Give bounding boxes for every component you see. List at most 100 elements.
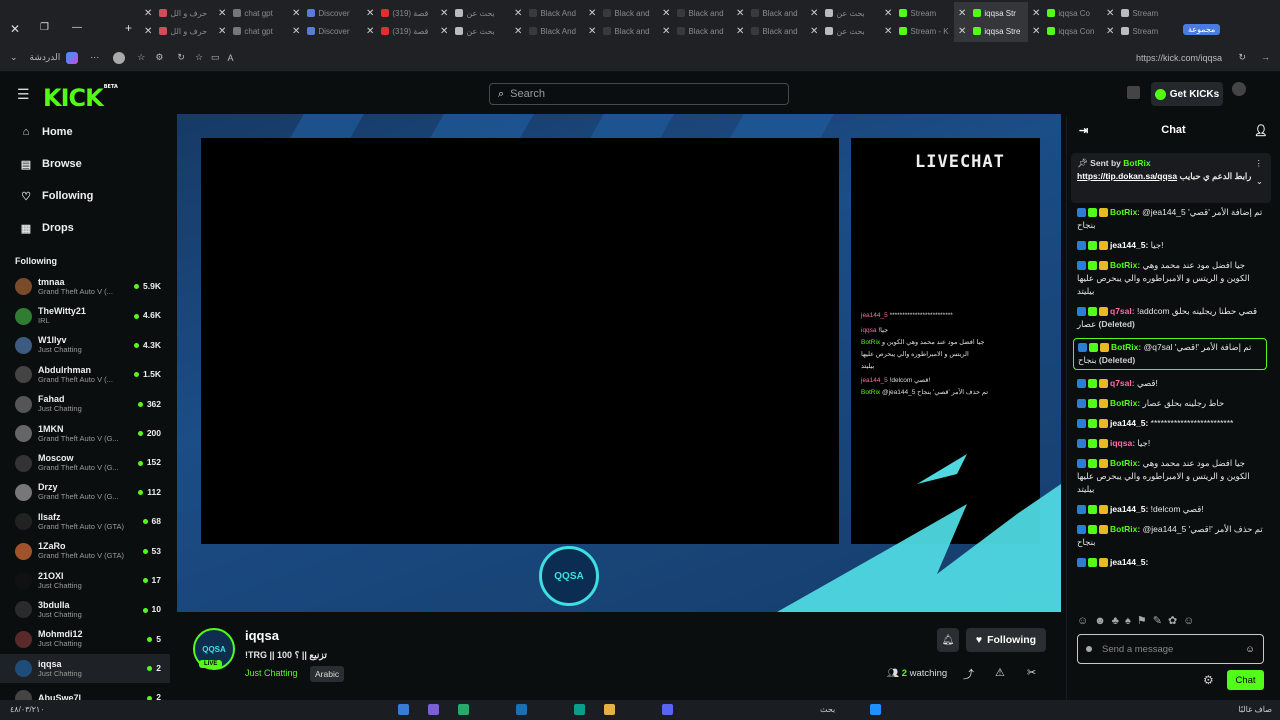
close-tab-icon[interactable]: ✕ xyxy=(218,8,226,19)
chat-username[interactable]: BotRix: xyxy=(1111,342,1141,352)
report-icon[interactable]: ⚠ xyxy=(995,666,1005,679)
chat-send-button[interactable]: Chat xyxy=(1227,670,1264,690)
tab-group-label[interactable]: مجموعة xyxy=(1183,24,1221,35)
chat-username[interactable]: q7sal: xyxy=(1110,378,1135,388)
chat-message[interactable]: q7sal: قصي! xyxy=(1077,377,1267,390)
taskbar-clock[interactable]: ٤٨/٠٣/٢١٠ xyxy=(10,705,45,714)
clip-icon[interactable]: ✂ xyxy=(1027,666,1036,679)
close-tab-icon[interactable]: ✕ xyxy=(440,26,448,37)
close-tab-icon[interactable]: ✕ xyxy=(144,26,152,37)
pinned-message[interactable]: 📌︎ Sent by BotRix https://tip.dokan.sa/q… xyxy=(1071,153,1271,203)
following-channel[interactable]: Abdulrhman Grand Theft Auto V (... 1.5K xyxy=(0,360,170,389)
chat-username[interactable]: jea144_5: xyxy=(1110,504,1148,514)
close-tab-icon[interactable]: ✕ xyxy=(958,8,966,19)
favorites-icon[interactable]: ☆ xyxy=(137,52,145,63)
refresh-icon[interactable]: ↻ xyxy=(177,52,185,63)
following-channel[interactable]: Drzy Grand Theft Auto V (G... 112 xyxy=(0,478,170,507)
forward-icon[interactable]: → xyxy=(1261,52,1270,62)
taskbar-weather[interactable]: صاف غالبًا xyxy=(1238,705,1272,714)
chat-username[interactable]: BotRix: xyxy=(1110,524,1140,534)
browser-tab[interactable]: ✕ Black And xyxy=(510,20,584,42)
pinned-expand-icon[interactable]: ⌄ xyxy=(1256,175,1263,188)
chat-message[interactable]: jea144_5: ************************* xyxy=(1077,417,1267,430)
close-tab-icon[interactable]: ✕ xyxy=(366,26,374,37)
emoji-icon[interactable]: ☺ xyxy=(1245,644,1255,655)
following-channel[interactable]: Mohmdi12 Just Chatting 5 xyxy=(0,625,170,654)
taskbar-app-icon[interactable] xyxy=(428,704,439,715)
collections-icon[interactable]: ▭ xyxy=(211,52,220,63)
following-channel[interactable]: Ilsafz Grand Theft Auto V (GTA) 68 xyxy=(0,507,170,536)
minimize-icon[interactable]: — xyxy=(72,22,82,33)
close-tab-icon[interactable]: ✕ xyxy=(736,8,744,19)
chat-message[interactable]: jea144_5: !delcom قصي! xyxy=(1077,503,1267,516)
sidebar-toggle-icon[interactable] xyxy=(1127,86,1140,99)
copilot-icon[interactable] xyxy=(66,51,79,64)
close-tab-icon[interactable]: ✕ xyxy=(1106,8,1114,19)
chat-message[interactable]: BotRix: @jea144_5 تم حذف الأمر '!قصي' بن… xyxy=(1077,523,1267,549)
chat-username[interactable]: iqqsa: xyxy=(1110,438,1135,448)
sidebar-item-drops[interactable]: ▦ Drops xyxy=(0,212,170,244)
browser-tab[interactable]: ✕ Stream xyxy=(1102,20,1176,42)
close-tab-icon[interactable]: ✕ xyxy=(366,8,374,19)
close-tab-icon[interactable]: ✕ xyxy=(1106,26,1114,37)
emote-bar[interactable]: ☺☻♣♠⚑✎✿☺ xyxy=(1077,614,1200,627)
video-player[interactable]: LIVECHAT jea144_5 **********************… xyxy=(177,114,1061,612)
menu-chevron-icon[interactable]: ⌄ xyxy=(10,52,18,63)
close-tab-icon[interactable]: ✕ xyxy=(514,8,522,19)
search-input[interactable]: ⌕ Search xyxy=(489,83,789,105)
chat-message[interactable]: q7sal: !addcom قصي حطنا ريجلينه بحلق عصا… xyxy=(1077,305,1267,331)
profile-label[interactable]: الدردشة xyxy=(30,52,61,63)
browser-tab[interactable]: ✕ بحث عن xyxy=(806,20,880,42)
sidebar-item-home[interactable]: ⌂ Home xyxy=(0,116,170,148)
stream-category[interactable]: Just Chatting xyxy=(245,668,298,678)
browser-tab[interactable]: ✕ بحث عن xyxy=(436,20,510,42)
close-tab-icon[interactable]: ✕ xyxy=(1032,26,1040,37)
get-kicks-button[interactable]: Get KICKs xyxy=(1151,82,1223,106)
close-window-icon[interactable]: ✕ xyxy=(10,22,20,36)
browser-tab[interactable]: ✕ iqqsa Stre xyxy=(954,20,1028,42)
chat-users-icon[interactable]: 👤︎ xyxy=(1254,124,1268,137)
chat-message[interactable]: iqqsa: جيا! xyxy=(1077,437,1267,450)
notification-bell-button[interactable]: 🔔︎ xyxy=(937,628,959,652)
chat-input[interactable]: Send a message ☺ xyxy=(1077,634,1264,664)
chat-username[interactable]: BotRix: xyxy=(1110,398,1140,408)
star-icon[interactable]: ☆ xyxy=(195,52,203,63)
browser-tab[interactable]: ✕ حرف و الل xyxy=(140,20,214,42)
close-tab-icon[interactable]: ✕ xyxy=(884,8,892,19)
following-channel[interactable]: 1MKN Grand Theft Auto V (G... 200 xyxy=(0,419,170,448)
avatar[interactable] xyxy=(113,51,126,64)
read-aloud-icon[interactable]: A xyxy=(228,53,234,63)
taskbar-app-icon[interactable] xyxy=(574,704,585,715)
hamburger-menu-icon[interactable]: ☰ xyxy=(17,86,30,103)
share-icon[interactable]: ⤴ xyxy=(963,666,974,682)
restore-icon[interactable]: ❐ xyxy=(40,22,49,33)
browser-tab[interactable]: ✕ iqqsa Con xyxy=(1028,20,1102,42)
close-tab-icon[interactable]: ✕ xyxy=(218,26,226,37)
channel-name[interactable]: iqqsa xyxy=(245,628,279,643)
close-tab-icon[interactable]: ✕ xyxy=(662,8,670,19)
chat-username[interactable]: jea144_5: xyxy=(1110,240,1148,250)
chat-message[interactable]: jea144_5: xyxy=(1077,556,1267,569)
chat-settings-icon[interactable]: ⚙ xyxy=(1203,673,1214,687)
extensions-icon[interactable]: ⚙ xyxy=(155,52,163,63)
taskbar-app-icon[interactable] xyxy=(870,704,881,715)
close-tab-icon[interactable]: ✕ xyxy=(1032,8,1040,19)
chat-username[interactable]: jea144_5: xyxy=(1110,418,1148,428)
taskbar-app-icon[interactable] xyxy=(604,704,615,715)
close-tab-icon[interactable]: ✕ xyxy=(810,26,818,37)
chat-message[interactable]: BotRix: جيا افضل مود عند محمد وهي الكوين… xyxy=(1077,457,1267,496)
taskbar-app-icon[interactable] xyxy=(662,704,673,715)
following-button[interactable]: ♥ Following xyxy=(966,628,1046,652)
close-tab-icon[interactable]: ✕ xyxy=(662,26,670,37)
browser-tab[interactable]: ✕ Stream - K xyxy=(880,20,954,42)
taskbar-app-icon[interactable] xyxy=(516,704,527,715)
reload-icon[interactable]: ↻ xyxy=(1238,52,1246,63)
chat-username[interactable]: BotRix: xyxy=(1110,260,1140,270)
chat-message[interactable]: BotRix: جيا افضل مود عند محمد وهي الكوين… xyxy=(1077,259,1267,298)
stream-video[interactable] xyxy=(201,138,839,544)
url-field[interactable]: https://kick.com/iqqsa xyxy=(1136,53,1222,63)
taskbar-app-icon[interactable] xyxy=(398,704,409,715)
browser-tab[interactable]: ✕ (319) قصة xyxy=(362,20,436,42)
following-channel[interactable]: tmnaa Grand Theft Auto V (... 5.9K xyxy=(0,272,170,301)
pinned-more-icon[interactable]: ⋮ xyxy=(1255,157,1264,170)
